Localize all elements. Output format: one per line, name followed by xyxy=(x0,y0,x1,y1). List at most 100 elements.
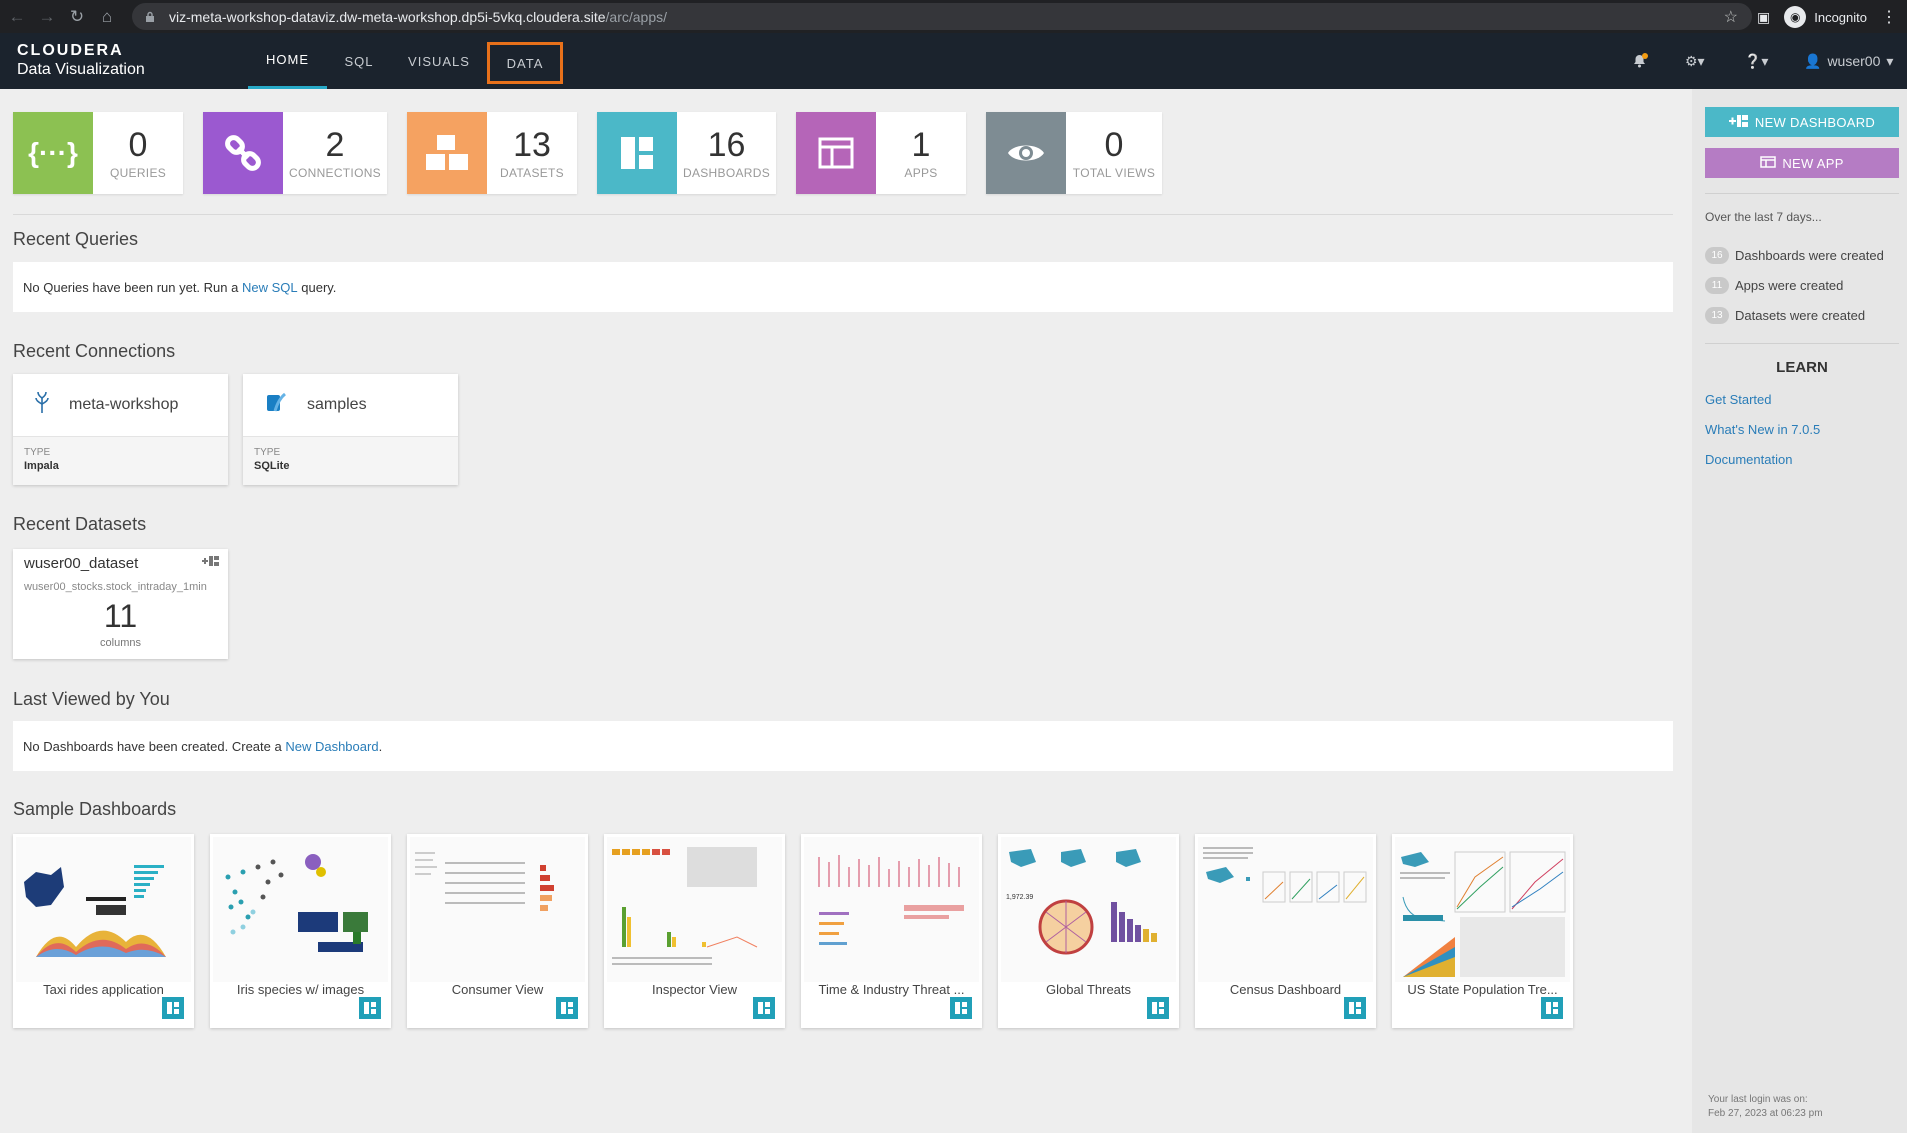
sample-dashboard-card[interactable]: 1,972.39 Global Threats xyxy=(998,834,1179,1028)
recent-stat: 13 Datasets were created xyxy=(1705,307,1865,324)
sample-dashboard-card[interactable]: Taxi rides application xyxy=(13,834,194,1028)
side-panel-icon[interactable]: ▣ xyxy=(1757,9,1770,26)
stat-datasets[interactable]: 13 DATASETS xyxy=(407,112,577,194)
sample-dashboard-card[interactable]: Census Dashboard xyxy=(1195,834,1376,1028)
svg-text:1,972.39: 1,972.39 xyxy=(1006,894,1033,901)
last-login-label: Your last login was on: xyxy=(1708,1094,1808,1105)
stat-value: 2 xyxy=(325,126,345,164)
back-icon[interactable]: ← xyxy=(4,4,30,30)
stat-value: 16 xyxy=(707,126,746,164)
settings-gear-icon[interactable]: ⚙▾ xyxy=(1685,33,1705,89)
message-text: No Dashboards have been created. Create … xyxy=(23,738,282,754)
incognito-indicator[interactable]: ◉ Incognito xyxy=(1784,6,1867,28)
url-path: /arc/apps/ xyxy=(605,8,667,25)
sample-dashboard-card[interactable]: Iris species w/ images xyxy=(210,834,391,1028)
stat-dashboards[interactable]: 16 DASHBOARDS xyxy=(597,112,776,194)
dataset-card[interactable]: wuser00_dataset wuser00_stocks.stock_int… xyxy=(13,549,228,659)
last-login-date: Feb 27, 2023 at 06:23 pm xyxy=(1708,1108,1823,1119)
divider xyxy=(1705,193,1899,194)
username-label: wuser00 xyxy=(1827,53,1881,69)
tab-data[interactable]: DATA xyxy=(487,42,563,84)
sample-dashboard-card[interactable]: Inspector View xyxy=(604,834,785,1028)
connection-type: Impala xyxy=(24,460,59,472)
tab-home[interactable]: HOME xyxy=(248,33,327,89)
new-dashboard-link[interactable]: New Dashboard xyxy=(285,739,378,754)
recent-stat-label: Datasets were created xyxy=(1735,308,1866,323)
stat-label: APPS xyxy=(904,166,938,180)
new-dashboard-label: NEW DASHBOARD xyxy=(1754,114,1876,130)
sample-dashboards-title: Sample Dashboards xyxy=(13,799,177,819)
notification-dot xyxy=(1642,53,1648,59)
user-menu[interactable]: 👤 wuser00 ▾ xyxy=(1804,33,1893,89)
connection-card[interactable]: meta-workshop TYPE Impala xyxy=(13,374,228,485)
dashboard-icon xyxy=(162,997,184,1019)
period-text: Over the last 7 days... xyxy=(1705,210,1822,224)
new-dashboard-button[interactable]: NEW DASHBOARD xyxy=(1705,107,1899,137)
new-sql-link[interactable]: New SQL xyxy=(242,280,298,295)
whats-new-link[interactable]: What's New in 7.0.5 xyxy=(1705,422,1820,437)
last-viewed-message: No Dashboards have been created. Create … xyxy=(13,721,1673,771)
stat-value: 0 xyxy=(1104,126,1124,164)
divider xyxy=(13,214,1673,215)
dashboard-icon xyxy=(950,997,972,1019)
dashboard-title: Consumer View xyxy=(451,982,544,997)
count-badge: 13 xyxy=(1705,307,1729,324)
notifications-bell-icon[interactable] xyxy=(1633,33,1648,89)
stat-connections[interactable]: 2 CONNECTIONS xyxy=(203,112,387,194)
new-dashboard-from-dataset-icon[interactable] xyxy=(202,555,220,570)
stat-label: DASHBOARDS xyxy=(682,166,771,180)
connection-card[interactable]: samples TYPE SQLite xyxy=(243,374,458,485)
add-dashboard-icon xyxy=(1728,114,1749,130)
impala-icon xyxy=(35,391,49,419)
message-text: . xyxy=(378,738,383,754)
dashboard-icon xyxy=(753,997,775,1019)
dashboard-thumbnail xyxy=(410,837,585,982)
stat-label: TOTAL VIEWS xyxy=(1072,166,1156,180)
chevron-down-icon: ▾ xyxy=(1886,52,1894,69)
incognito-icon: ◉ xyxy=(1784,6,1807,28)
stat-queries[interactable]: {···} 0 QUERIES xyxy=(13,112,183,194)
dashboard-thumbnail: 1,972.39 xyxy=(1001,837,1176,982)
dashboard-title: Taxi rides application xyxy=(43,982,164,997)
reload-icon[interactable]: ↻ xyxy=(64,4,90,30)
tab-sql[interactable]: SQL xyxy=(335,33,383,89)
stat-value: 0 xyxy=(128,126,148,164)
new-app-button[interactable]: NEW APP xyxy=(1705,148,1899,178)
forward-icon[interactable]: → xyxy=(34,4,60,30)
dashboard-title: US State Population Tre... xyxy=(1407,982,1558,997)
recent-stat: 16 Dashboards were created xyxy=(1705,247,1884,264)
sample-dashboard-card[interactable]: US State Population Tre... xyxy=(1392,834,1573,1028)
dashboard-thumbnail xyxy=(804,837,979,982)
dashboard-title: Global Threats xyxy=(1045,982,1132,997)
stat-label: CONNECTIONS xyxy=(289,166,381,180)
dataset-column-label: columns xyxy=(100,637,141,649)
right-sidebar: NEW DASHBOARD NEW APP Over the last 7 da… xyxy=(1692,89,1907,1133)
dashboard-thumbnail xyxy=(607,837,782,982)
sample-dashboard-card[interactable]: Time & Industry Threat ... xyxy=(801,834,982,1028)
browser-toolbar: ← → ↻ ⌂ viz-meta-workshop-dataviz.dw-met… xyxy=(0,0,1907,33)
learn-title: LEARN xyxy=(1776,359,1828,376)
connection-name: samples xyxy=(307,396,367,413)
get-started-link[interactable]: Get Started xyxy=(1705,392,1771,407)
stat-apps[interactable]: 1 APPS xyxy=(796,112,966,194)
browser-menu-icon[interactable]: ⋮ xyxy=(1881,7,1897,27)
user-icon: 👤 xyxy=(1804,52,1822,69)
new-app-label: NEW APP xyxy=(1782,155,1844,171)
brand-logo[interactable]: CLOUDERA Data Visualization xyxy=(17,42,145,79)
bookmark-star-icon[interactable]: ☆ xyxy=(1724,7,1738,27)
cubes-icon xyxy=(407,112,487,194)
recent-stat: 11 Apps were created xyxy=(1705,277,1843,294)
address-bar[interactable]: viz-meta-workshop-dataviz.dw-meta-worksh… xyxy=(132,3,1752,30)
recent-stat-label: Dashboards were created xyxy=(1735,248,1884,263)
dashboard-title: Census Dashboard xyxy=(1229,982,1342,997)
sample-dashboard-card[interactable]: Consumer View xyxy=(407,834,588,1028)
dashboard-icon xyxy=(1147,997,1169,1019)
app-header: CLOUDERA Data Visualization HOME SQL VIS… xyxy=(0,33,1907,89)
documentation-link[interactable]: Documentation xyxy=(1705,452,1792,467)
help-icon[interactable]: ❔▾ xyxy=(1744,33,1768,89)
dataset-name: wuser00_dataset xyxy=(24,555,139,572)
tab-visuals[interactable]: VISUALS xyxy=(400,33,478,89)
connection-name: meta-workshop xyxy=(69,396,179,413)
stat-total-views[interactable]: 0 TOTAL VIEWS xyxy=(986,112,1162,194)
home-icon[interactable]: ⌂ xyxy=(94,4,120,30)
